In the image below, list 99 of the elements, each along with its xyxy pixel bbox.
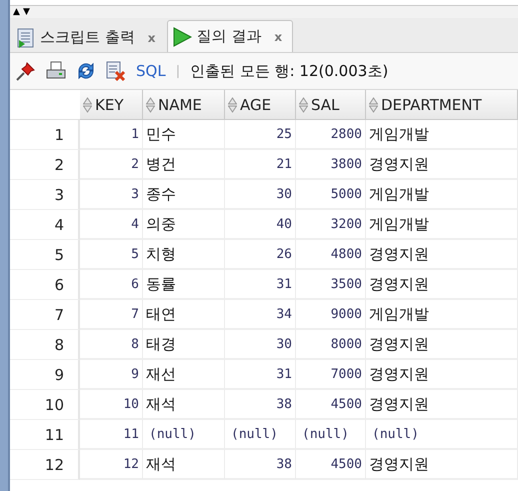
tab-label: 스크립트 출력 — [40, 28, 135, 47]
refresh-icon[interactable] — [76, 61, 96, 81]
row-number: 2 — [10, 150, 80, 180]
table-cell: 30 — [225, 180, 296, 210]
table-cell: 경영지원 — [366, 330, 518, 360]
table-cell: 30 — [225, 330, 296, 360]
column-header[interactable]: DEPARTMENT — [366, 90, 518, 120]
close-icon[interactable]: x — [148, 30, 156, 44]
row-number: 12 — [10, 450, 80, 480]
table-cell: 31 — [225, 360, 296, 390]
null-cell: (null) — [366, 420, 518, 450]
row-number: 6 — [10, 270, 80, 300]
table-cell: 2 — [80, 150, 143, 180]
table-cell: 12 — [80, 450, 143, 480]
table-cell: 경영지원 — [366, 450, 518, 480]
table-cell: 26 — [225, 240, 296, 270]
column-header[interactable]: KEY — [80, 90, 143, 120]
row-number: 5 — [10, 240, 80, 270]
row-number: 1 — [10, 120, 80, 150]
printer-icon[interactable] — [46, 61, 66, 81]
table-cell: 40 — [225, 210, 296, 240]
table-cell: 3200 — [296, 210, 366, 240]
table-cell: 9 — [80, 360, 143, 390]
column-header[interactable]: SAL — [296, 90, 366, 120]
table-cell: 게임개발 — [366, 210, 518, 240]
delete-icon[interactable] — [106, 61, 126, 81]
table-cell: 동률 — [143, 270, 225, 300]
table-cell: 7 — [80, 300, 143, 330]
table-cell: 경영지원 — [366, 390, 518, 420]
null-cell: (null) — [296, 420, 366, 450]
table-cell: 8 — [80, 330, 143, 360]
row-number: 7 — [10, 300, 80, 330]
table-cell: 8000 — [296, 330, 366, 360]
table-cell: 재선 — [143, 360, 225, 390]
table-cell: 34 — [225, 300, 296, 330]
column-header[interactable]: AGE — [225, 90, 296, 120]
table-cell: 21 — [225, 150, 296, 180]
status-text: 인출된 모든 행: 12(0.003초) — [190, 62, 388, 80]
table-cell: 병건 — [143, 150, 225, 180]
table-cell: 4500 — [296, 390, 366, 420]
table-cell: 경영지원 — [366, 150, 518, 180]
table-cell: 7000 — [296, 360, 366, 390]
row-number: 9 — [10, 360, 80, 390]
table-cell: 11 — [80, 420, 143, 450]
close-icon[interactable]: x — [274, 30, 282, 44]
table-cell: 5000 — [296, 180, 366, 210]
table-cell: 3800 — [296, 150, 366, 180]
table-cell: 2800 — [296, 120, 366, 150]
sort-icon[interactable] — [146, 96, 155, 112]
play-icon — [172, 26, 192, 46]
table-cell: 치형 — [143, 240, 225, 270]
table-cell: 3500 — [296, 270, 366, 300]
row-number: 3 — [10, 180, 80, 210]
table-cell: 4800 — [296, 240, 366, 270]
splitter-arrow[interactable]: ▲ — [13, 6, 23, 18]
table-cell: 민수 — [143, 120, 225, 150]
tab[interactable]: 스크립트 출력 x — [12, 22, 167, 52]
sort-icon[interactable] — [369, 96, 378, 112]
table-cell: 게임개발 — [366, 300, 518, 330]
table-cell: 종수 — [143, 180, 225, 210]
column-header[interactable]: NAME — [143, 90, 225, 120]
table-cell: 38 — [225, 450, 296, 480]
table-cell: 1 — [80, 120, 143, 150]
table-cell: 게임개발 — [366, 180, 518, 210]
row-number: 10 — [10, 390, 80, 420]
null-cell: (null) — [225, 420, 296, 450]
tab[interactable]: 질의 결과 x — [166, 20, 294, 52]
table-cell: 9000 — [296, 300, 366, 330]
table-cell: 의중 — [143, 210, 225, 240]
table-cell: 경영지원 — [366, 240, 518, 270]
sort-icon[interactable] — [228, 96, 237, 112]
table-cell: 6 — [80, 270, 143, 300]
table-cell: 25 — [225, 120, 296, 150]
sort-icon[interactable] — [299, 96, 308, 112]
null-cell: (null) — [143, 420, 225, 450]
document-icon — [17, 28, 35, 48]
splitter-arrow[interactable]: ▼ — [23, 6, 33, 18]
table-cell: 4 — [80, 210, 143, 240]
row-number: 8 — [10, 330, 80, 360]
table-cell: 경영지원 — [366, 270, 518, 300]
row-number: 4 — [10, 210, 80, 240]
table-cell: 재석 — [143, 450, 225, 480]
sql-link[interactable]: SQL — [136, 62, 166, 80]
table-cell: 게임개발 — [366, 120, 518, 150]
table-cell: 38 — [225, 390, 296, 420]
pushpin-icon[interactable] — [16, 61, 36, 81]
table-cell: 31 — [225, 270, 296, 300]
table-cell: 10 — [80, 390, 143, 420]
table-cell: 5 — [80, 240, 143, 270]
row-number: 11 — [10, 420, 80, 450]
tab-label: 질의 결과 — [196, 27, 262, 46]
table-cell: 경영지원 — [366, 360, 518, 390]
separator: | — [176, 64, 180, 78]
sort-icon[interactable] — [83, 96, 92, 112]
table-cell: 3 — [80, 180, 143, 210]
table-cell: 태경 — [143, 330, 225, 360]
table-cell: 태연 — [143, 300, 225, 330]
table-cell: 4500 — [296, 450, 366, 480]
table-cell: 재석 — [143, 390, 225, 420]
